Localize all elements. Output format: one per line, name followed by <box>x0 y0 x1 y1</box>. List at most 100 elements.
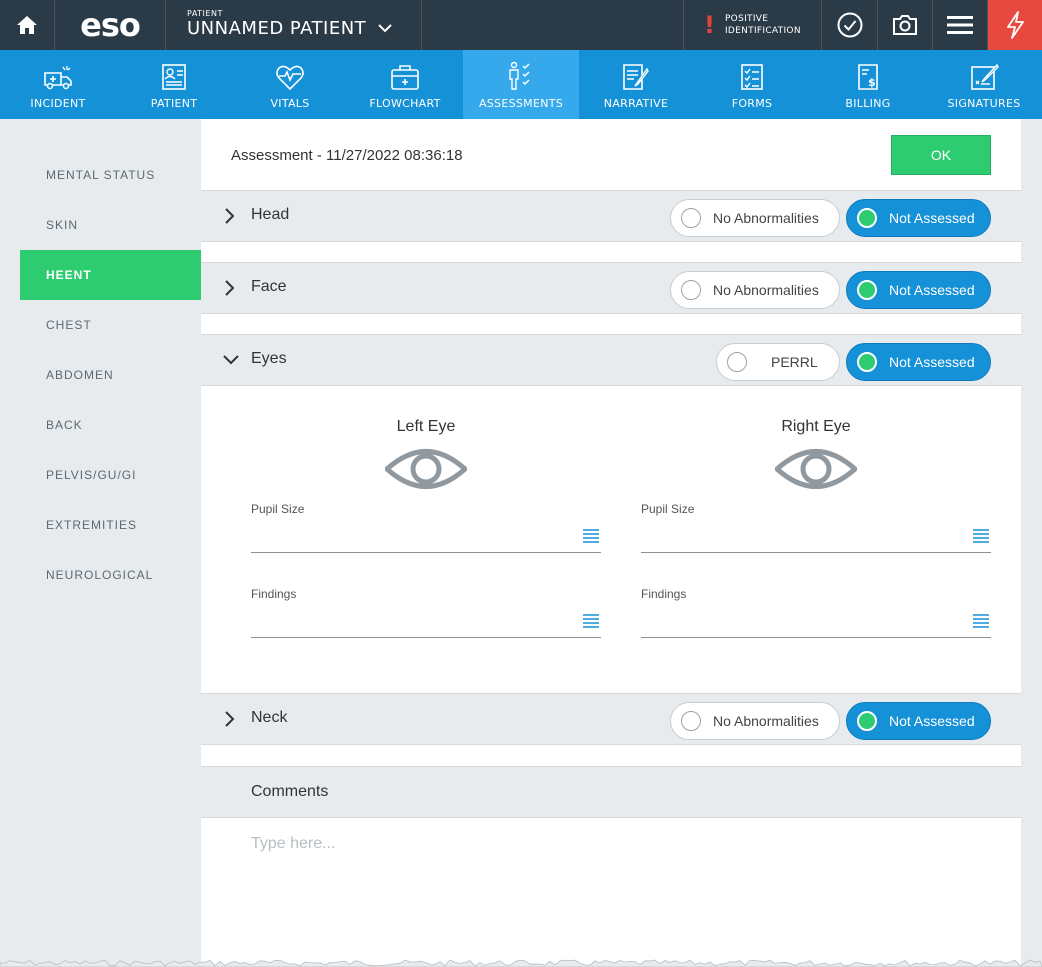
list-icon[interactable] <box>973 614 989 628</box>
nav-vitals[interactable]: VITALS <box>232 50 348 119</box>
radio-selected-icon <box>857 280 877 300</box>
nav-label: NARRATIVE <box>603 97 669 110</box>
section-title: Head <box>251 206 290 223</box>
checklist-icon <box>741 64 763 90</box>
sidebar-item-neurological[interactable]: NEUROLOGICAL <box>20 550 201 600</box>
not-assessed-toggle[interactable]: Not Assessed <box>846 343 991 381</box>
right-pupil-size-field[interactable] <box>641 517 991 553</box>
nav-signatures[interactable]: SIGNATURES <box>926 50 1042 119</box>
top-bar: eso PATIENT UNNAMED PATIENT ! POSITIVE I… <box>0 0 1042 50</box>
option-label: Not Assessed <box>889 713 975 729</box>
chevron-down-icon[interactable] <box>223 351 239 369</box>
validate-button[interactable] <box>822 0 878 50</box>
option-label: Not Assessed <box>889 210 975 226</box>
patient-name: UNNAMED PATIENT <box>187 18 367 39</box>
nav-flowchart[interactable]: FLOWCHART <box>347 50 463 119</box>
sidebar-item-heent[interactable]: HEENT <box>20 250 201 300</box>
logo-text: eso <box>80 6 141 44</box>
patient-label: PATIENT <box>187 9 223 18</box>
option-label: Not Assessed <box>889 282 975 298</box>
invoice-icon: $ <box>858 64 878 90</box>
svg-text:$: $ <box>868 76 876 89</box>
heart-pulse-icon <box>276 65 304 91</box>
list-icon[interactable] <box>973 529 989 543</box>
nav-label: SIGNATURES <box>947 97 1021 110</box>
no-abnormalities-toggle[interactable]: No Abnormalities <box>670 271 840 309</box>
patient-selector[interactable]: PATIENT UNNAMED PATIENT <box>166 0 422 50</box>
sidebar-item-chest[interactable]: CHEST <box>20 300 201 350</box>
assessment-title: Assessment - 11/27/2022 08:36:18 <box>231 147 463 164</box>
section-face: Face No Abnormalities Not Assessed <box>201 262 1021 314</box>
option-label: No Abnormalities <box>713 713 819 729</box>
option-label: No Abnormalities <box>713 210 819 226</box>
right-findings-field[interactable] <box>641 602 991 638</box>
nav-assessments[interactable]: ASSESSMENTS <box>463 50 579 119</box>
positive-identification-button[interactable]: ! POSITIVE IDENTIFICATION <box>683 0 822 50</box>
right-eye-title: Right Eye <box>781 418 851 435</box>
radio-selected-icon <box>857 711 877 731</box>
sidebar-item-abdomen[interactable]: ABDOMEN <box>20 350 201 400</box>
module-nav-bar: INCIDENT PATIENT VITALS FLOWCHART ASSESS… <box>0 50 1042 119</box>
camera-button[interactable] <box>878 0 933 50</box>
nav-patient[interactable]: PATIENT <box>116 50 232 119</box>
document-pen-icon <box>623 64 649 90</box>
sidebar-item-mental-status[interactable]: MENTAL STATUS <box>20 150 201 200</box>
nav-label: VITALS <box>270 97 310 110</box>
nav-incident[interactable]: INCIDENT <box>0 50 116 119</box>
chevron-right-icon[interactable] <box>223 710 235 728</box>
chevron-right-icon[interactable] <box>223 207 235 225</box>
menu-button[interactable] <box>933 0 988 50</box>
positive-id-line2: IDENTIFICATION <box>724 26 801 36</box>
nav-narrative[interactable]: NARRATIVE <box>578 50 694 119</box>
no-abnormalities-toggle[interactable]: No Abnormalities <box>670 199 840 237</box>
perrl-toggle[interactable]: PERRL <box>716 343 840 381</box>
assessment-sidebar: MENTAL STATUS SKIN HEENT CHEST ABDOMEN B… <box>20 119 201 967</box>
option-label: PERRL <box>771 354 818 370</box>
assessment-panel: Assessment - 11/27/2022 08:36:18 OK Head… <box>201 119 1021 967</box>
not-assessed-toggle[interactable]: Not Assessed <box>846 702 991 740</box>
nav-forms[interactable]: FORMS <box>694 50 810 119</box>
not-assessed-toggle[interactable]: Not Assessed <box>846 199 991 237</box>
medical-kit-icon <box>391 65 419 90</box>
nav-billing[interactable]: $ BILLING <box>810 50 926 119</box>
findings-label: Findings <box>251 587 297 601</box>
check-circle-icon <box>837 12 862 38</box>
sidebar-item-skin[interactable]: SKIN <box>20 200 201 250</box>
lightning-bolt-icon <box>1007 11 1024 39</box>
sidebar-item-pelvis-gu-gi[interactable]: PELVIS/GU/GI <box>20 450 201 500</box>
hamburger-menu-icon <box>947 16 973 34</box>
eye-icon[interactable] <box>775 448 857 490</box>
pupil-size-label: Pupil Size <box>641 502 695 516</box>
list-icon[interactable] <box>583 529 599 543</box>
section-title: Face <box>251 278 287 295</box>
left-pupil-size-field[interactable] <box>251 517 601 553</box>
positive-id-line1: POSITIVE <box>724 14 769 24</box>
ambulance-icon <box>44 66 72 90</box>
alert-icon: ! <box>704 11 715 39</box>
pupil-size-label: Pupil Size <box>251 502 305 516</box>
sidebar-item-back[interactable]: BACK <box>20 400 201 450</box>
findings-label: Findings <box>641 587 687 601</box>
home-button[interactable] <box>0 0 55 50</box>
eye-icon[interactable] <box>385 448 467 490</box>
list-icon[interactable] <box>583 614 599 628</box>
option-label: Not Assessed <box>889 354 975 370</box>
radio-selected-icon <box>857 352 877 372</box>
comments-input[interactable]: Type here... <box>251 835 336 853</box>
left-findings-field[interactable] <box>251 602 601 638</box>
sidebar-item-extremities[interactable]: EXTREMITIES <box>20 500 201 550</box>
patient-card-icon <box>162 64 186 90</box>
left-eye-title: Left Eye <box>396 418 456 435</box>
chevron-right-icon[interactable] <box>223 279 235 297</box>
radio-selected-icon <box>857 208 877 228</box>
quick-action-button[interactable] <box>988 0 1042 50</box>
nav-label: ASSESSMENTS <box>478 97 564 110</box>
comments-label: Comments <box>251 783 329 800</box>
radio-icon <box>681 208 701 228</box>
section-title: Eyes <box>251 350 287 367</box>
not-assessed-toggle[interactable]: Not Assessed <box>846 271 991 309</box>
no-abnormalities-toggle[interactable]: No Abnormalities <box>670 702 840 740</box>
camera-icon <box>893 15 917 35</box>
radio-icon <box>727 352 747 372</box>
ok-button[interactable]: OK <box>891 135 991 175</box>
